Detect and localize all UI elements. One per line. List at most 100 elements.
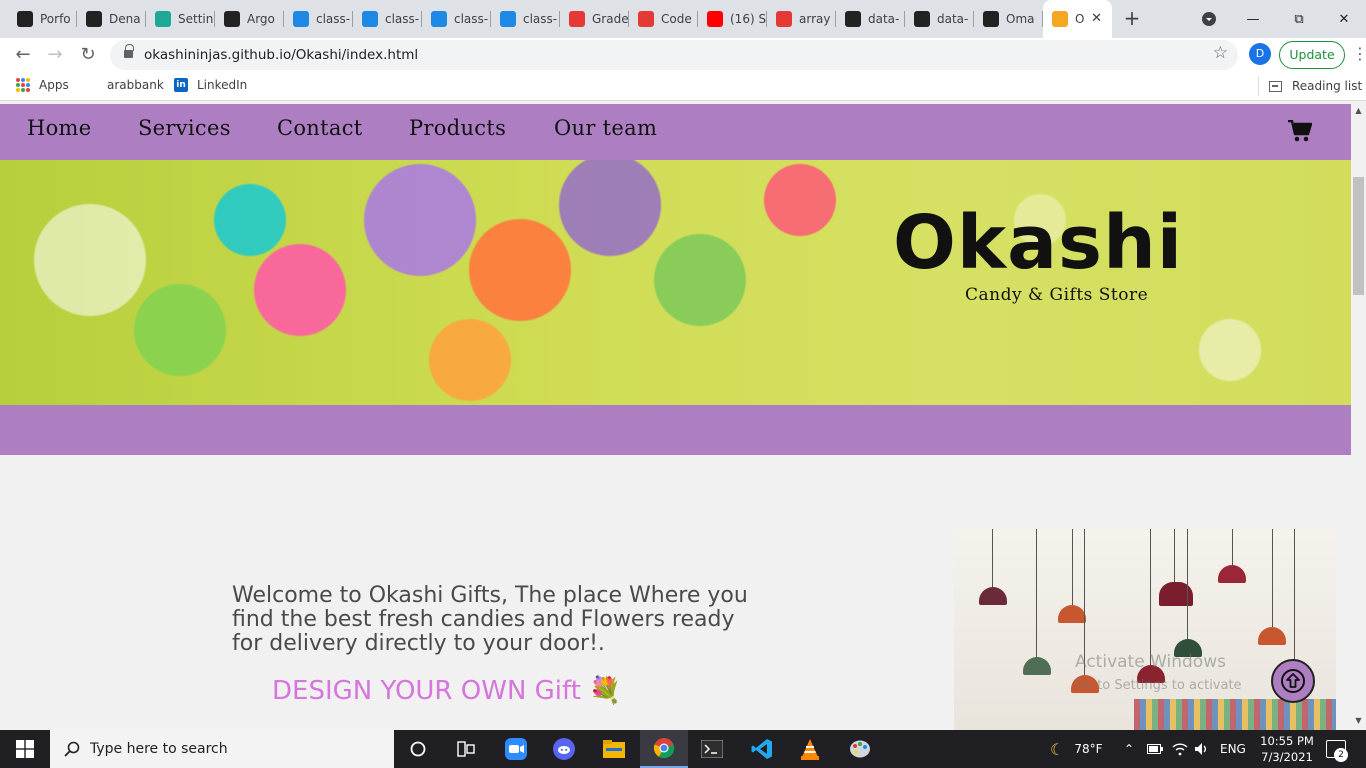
bookmark-star-icon[interactable]: ☆: [1213, 43, 1228, 63]
start-button[interactable]: [0, 730, 50, 768]
notification-count-badge: 2: [1334, 748, 1348, 762]
page-scrollbar[interactable]: ▲ ▼: [1351, 104, 1366, 730]
volume-icon[interactable]: [1194, 730, 1210, 768]
design-your-own-gift-link[interactable]: DESIGN YOUR OWN Gift 💐: [272, 676, 622, 706]
tab-title: Settin: [178, 12, 214, 26]
taskbar-search[interactable]: Type here to search: [50, 730, 394, 768]
wifi-icon[interactable]: [1172, 730, 1188, 768]
tab-strip: + — ⧉ ✕ Porfo Dena Settin Argo class-class-c…: [0, 0, 1366, 38]
lock-icon[interactable]: [124, 44, 134, 59]
task-view-icon[interactable]: [442, 730, 490, 768]
target-icon: [569, 11, 585, 27]
battery-icon[interactable]: [1147, 730, 1163, 768]
scroll-up-arrow-icon[interactable]: ▲: [1354, 106, 1363, 115]
github-icon: [914, 11, 930, 27]
nav-contact-link[interactable]: Contact: [277, 116, 363, 140]
browser-tab[interactable]: class-: [422, 0, 491, 38]
url-text[interactable]: okashininjas.github.io/Okashi/index.html: [144, 47, 418, 63]
browser-tab[interactable]: Grade: [560, 0, 629, 38]
bowtie-icon: [983, 11, 999, 27]
maximize-button[interactable]: ⧉: [1276, 0, 1322, 38]
browser-tab[interactable]: class-: [353, 0, 422, 38]
page-viewport: Home Services Contact Products Our team …: [0, 104, 1351, 730]
clock-time: 10:55 PM: [1260, 734, 1314, 748]
browser-tab[interactable]: data-: [905, 0, 974, 38]
update-button[interactable]: Update: [1279, 41, 1345, 69]
bookmark-linkedin[interactable]: in LinkedIn: [174, 78, 247, 92]
tab-title: Code: [661, 12, 692, 26]
youtube-icon: [707, 11, 723, 27]
search-icon: [64, 741, 80, 757]
cloud-icon: [431, 11, 447, 27]
browser-tab[interactable]: Settin: [146, 0, 215, 38]
system-clock[interactable]: 10:55 PM 7/3/2021: [1252, 733, 1322, 765]
activate-windows-title: Activate Windows: [1075, 652, 1226, 672]
browser-tab[interactable]: Oma: [974, 0, 1043, 38]
language-indicator[interactable]: ENG: [1220, 730, 1246, 768]
browser-tab[interactable]: class-: [284, 0, 353, 38]
menu-kebab-icon[interactable]: ⋮: [1352, 44, 1366, 63]
browser-tab[interactable]: Porfo: [8, 0, 77, 38]
tray-chevron-icon[interactable]: ⌃: [1124, 730, 1134, 768]
browser-tab[interactable]: O ✕: [1043, 0, 1112, 38]
new-tab-button[interactable]: +: [1121, 7, 1143, 29]
tab-title: (16) S: [730, 12, 767, 26]
browser-tab[interactable]: Dena: [77, 0, 146, 38]
target-icon: [638, 11, 654, 27]
paint-app-icon[interactable]: [836, 730, 884, 768]
activate-windows-subtitle: Go to Settings to activate: [1075, 678, 1242, 693]
linkedin-icon: in: [174, 78, 188, 92]
weather-widget[interactable]: ☾ 78°F: [1050, 730, 1103, 768]
scroll-to-top-button[interactable]: [1271, 659, 1315, 703]
tab-title: data-: [868, 12, 900, 26]
profile-avatar[interactable]: D: [1249, 43, 1271, 65]
tab-title: class-: [385, 12, 420, 26]
nav-services-link[interactable]: Services: [138, 116, 231, 140]
discord-app-icon[interactable]: [540, 730, 588, 768]
browser-tab[interactable]: class-: [491, 0, 560, 38]
tab-title: O: [1075, 12, 1085, 26]
nav-home-link[interactable]: Home: [27, 116, 92, 140]
tab-title: Argo: [247, 12, 275, 26]
vscode-app-icon[interactable]: [738, 730, 786, 768]
reading-list-label: Reading list: [1292, 79, 1363, 93]
browser-tab[interactable]: Code: [629, 0, 698, 38]
browser-tab[interactable]: data-: [836, 0, 905, 38]
scroll-down-arrow-icon[interactable]: ▼: [1354, 716, 1363, 725]
forward-button[interactable]: →: [43, 43, 67, 67]
shield-icon: [776, 11, 792, 27]
trello-icon: [17, 11, 33, 27]
cloud-icon: [500, 11, 516, 27]
back-button[interactable]: ←: [11, 43, 35, 67]
reading-list-button[interactable]: Reading list: [1258, 76, 1362, 96]
hero-banner: Okashi Candy & Gifts Store: [0, 160, 1351, 405]
bookmark-apps[interactable]: Apps: [16, 78, 69, 92]
diamond-icon: [155, 11, 171, 27]
minimize-button[interactable]: —: [1230, 0, 1276, 38]
file-explorer-icon[interactable]: [590, 730, 638, 768]
github-icon: [86, 11, 102, 27]
cloud-icon: [362, 11, 378, 27]
nav-our-team-link[interactable]: Our team: [554, 116, 657, 140]
tab-search-button[interactable]: [1186, 0, 1232, 38]
shop-interior-photo: [954, 529, 1336, 730]
bookmark-arabbank[interactable]: arabbank: [107, 78, 164, 92]
scroll-thumb[interactable]: [1353, 177, 1364, 295]
close-tab-icon[interactable]: ✕: [1091, 11, 1102, 26]
browser-tab[interactable]: Argo: [215, 0, 284, 38]
terminal-app-icon[interactable]: [688, 730, 736, 768]
nav-products-link[interactable]: Products: [409, 116, 506, 140]
close-window-button[interactable]: ✕: [1321, 0, 1366, 38]
shopping-cart-icon[interactable]: [1288, 120, 1312, 142]
cortana-icon[interactable]: [394, 730, 442, 768]
zoom-app-icon[interactable]: [492, 730, 540, 768]
vlc-app-icon[interactable]: [786, 730, 834, 768]
reload-button[interactable]: ↻: [76, 43, 100, 67]
browser-tab[interactable]: (16) S: [698, 0, 767, 38]
browser-toolbar: ← → ↻ okashininjas.github.io/Okashi/inde…: [0, 38, 1366, 72]
address-bar[interactable]: okashininjas.github.io/Okashi/index.html…: [110, 40, 1238, 70]
browser-tab[interactable]: array: [767, 0, 836, 38]
chrome-app-icon[interactable]: [640, 730, 688, 768]
gift-icon: [1052, 11, 1068, 27]
reading-list-icon: [1269, 80, 1282, 92]
